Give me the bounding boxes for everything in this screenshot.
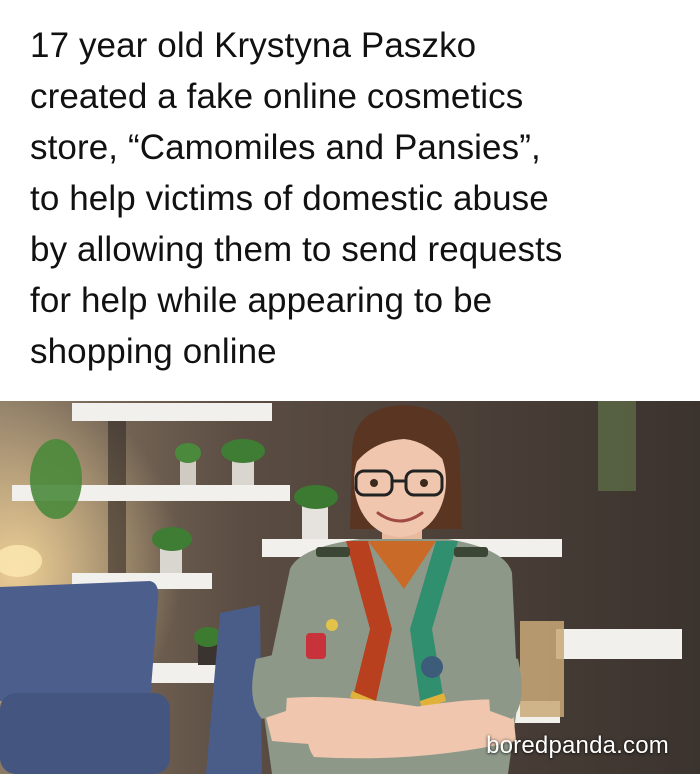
caption-line: by allowing them to send requests [30,230,563,269]
watermark: boredpanda.com [486,732,669,759]
caption-line: 17 year old Krystyna Paszko [30,26,477,65]
caption-text: 17 year old Krystyna Paszko created a fa… [30,20,680,377]
meme-post: 17 year old Krystyna Paszko created a fa… [0,0,700,774]
photo: boredpanda.com [0,401,700,774]
caption-line: shopping online [30,332,277,371]
caption-line: to help victims of domestic abuse [30,179,549,218]
caption-line: for help while appearing to be [30,281,493,320]
caption-line: created a fake online cosmetics [30,77,524,116]
caption-line: store, “Camomiles and Pansies”, [30,128,541,167]
photo-illustration [0,401,700,774]
